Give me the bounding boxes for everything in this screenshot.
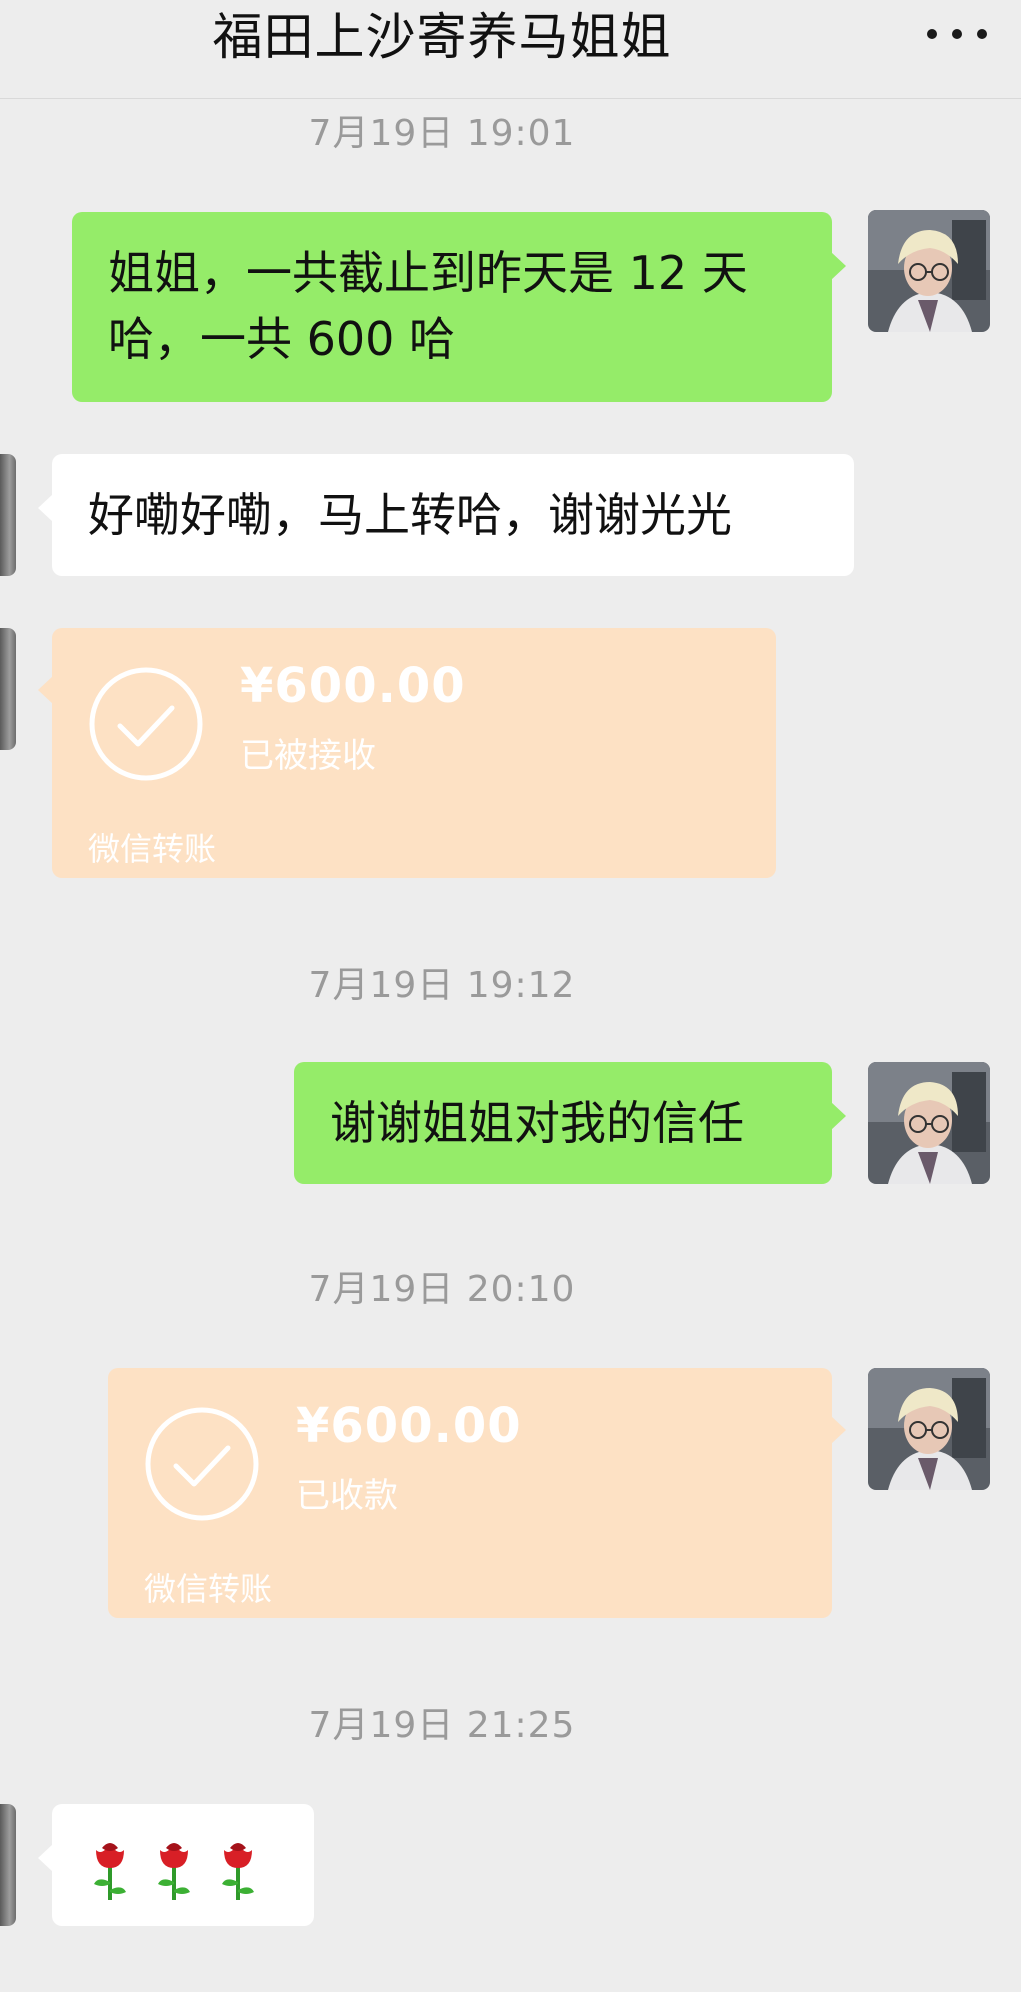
message-text: 谢谢姐姐对我的信任 [330,1096,744,1150]
message-text-line: 姐姐，一共截止到昨天是 12 天 [108,246,748,300]
message-text: 好嘞好嘞，马上转哈，谢谢光光 [88,488,732,542]
transfer-label: 微信转账 [88,830,217,868]
avatar-self[interactable] [868,210,990,332]
rose-icon [94,1842,126,1900]
avatar-other[interactable] [0,454,16,576]
timestamp: 7月19日 20:10 [308,1269,576,1310]
avatar-self[interactable] [868,1062,990,1184]
chat-title: 福田上沙寄养马姐姐 [212,8,672,66]
dot [977,29,987,39]
transfer-card[interactable]: ¥600.00 已收款 微信转账 [108,1368,846,1618]
transfer-amount: ¥600.00 [296,1398,522,1454]
transfer-label: 微信转账 [144,1570,273,1608]
avatar-other[interactable] [0,628,16,750]
transfer-status: 已被接收 [240,736,376,776]
dot [927,29,937,39]
rose-icon [222,1842,254,1900]
transfer-amount: ¥600.00 [240,658,466,714]
avatar-self[interactable] [868,1368,990,1490]
check-circle-icon [89,667,203,781]
dot [952,29,962,39]
more-dots-icon[interactable] [927,14,987,54]
rose-icon [158,1842,190,1900]
transfer-status: 已收款 [296,1476,398,1516]
check-circle-icon [145,1407,259,1521]
avatar-other[interactable] [0,1804,16,1926]
chat-header: 福田上沙寄养马姐姐 [0,0,1021,99]
timestamp: 7月19日 19:12 [308,965,576,1006]
message-bubble-other[interactable]: 好嘞好嘞，马上转哈，谢谢光光 [38,454,854,576]
timestamp: 7月19日 21:25 [308,1705,576,1746]
timestamp: 7月19日 19:01 [308,113,576,154]
message-bubble-self[interactable]: 姐姐，一共截止到昨天是 12 天 哈，一共 600 哈 [72,212,846,402]
message-bubble-self[interactable]: 谢谢姐姐对我的信任 [294,1062,846,1184]
message-bubble-other[interactable] [38,1804,314,1926]
transfer-card[interactable]: ¥600.00 已被接收 微信转账 [38,628,776,878]
message-text-line: 哈，一共 600 哈 [108,312,456,366]
